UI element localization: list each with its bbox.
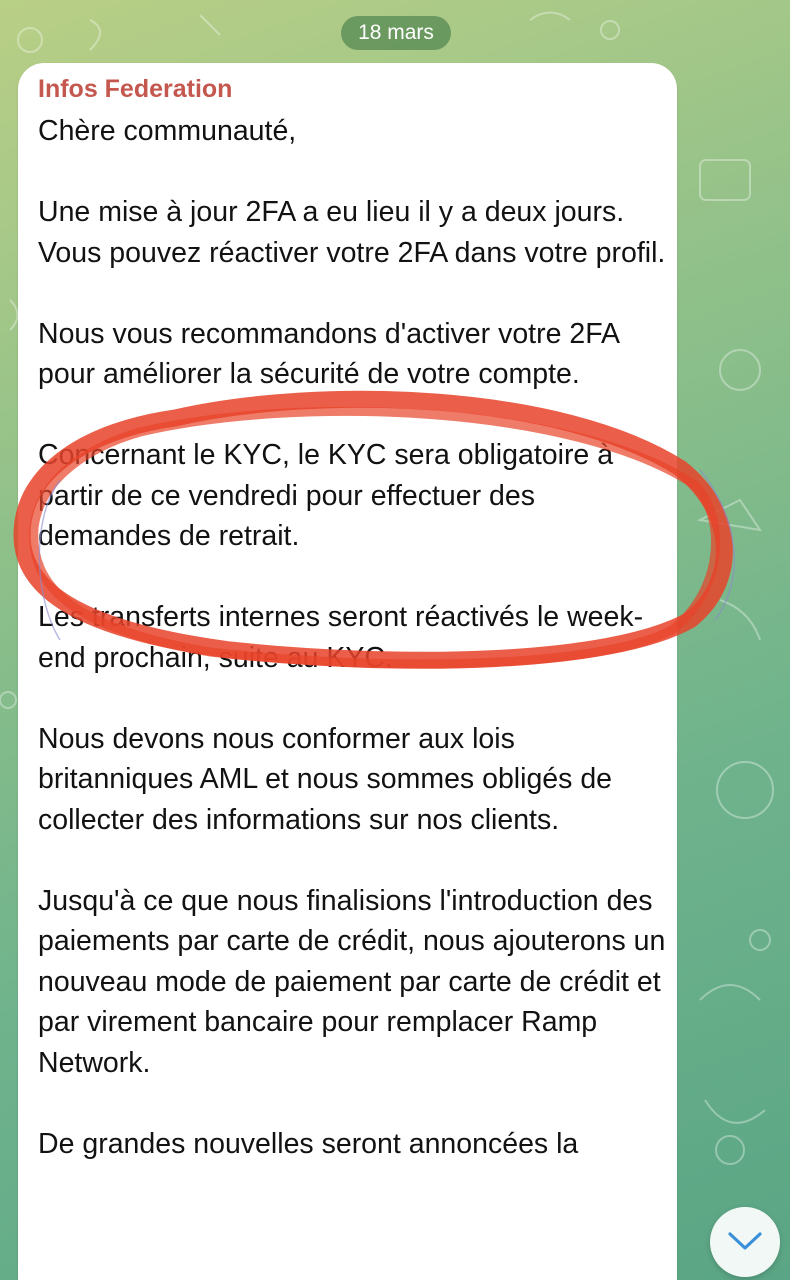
message-paragraph: Nous devons nous conformer aux lois brit… [38, 722, 613, 836]
message-paragraph: Les transferts internes seront réactivés… [38, 601, 644, 674]
sender-name[interactable]: Infos Federation [38, 75, 232, 104]
message-bubble[interactable]: Infos Federation Chère communauté, Une m… [18, 63, 677, 1280]
message-paragraph: De grandes nouvelles seront annoncées la [38, 1127, 579, 1160]
message-paragraph: Une mise à jour 2FA a eu lieu il y a deu… [38, 196, 666, 269]
message-paragraph: Jusqu'à ce que nous finalisions l'introd… [38, 884, 666, 1079]
message-paragraph: Chère communauté, [38, 115, 297, 147]
date-separator: 18 mars [341, 16, 451, 50]
message-paragraph-highlighted: Concernant le KYC, le KYC sera obligatoi… [38, 439, 614, 552]
message-paragraph: Nous vous recommandons d'activer votre 2… [38, 317, 619, 391]
scroll-down-button[interactable] [710, 1207, 780, 1277]
message-text: Chère communauté, Une mise à jour 2FA a … [38, 111, 668, 1205]
chevron-down-icon [728, 1232, 762, 1250]
